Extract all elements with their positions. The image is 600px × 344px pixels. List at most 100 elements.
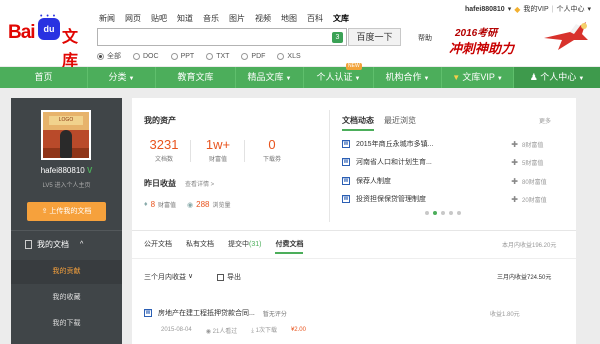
tab-label: 公开文档 bbox=[144, 241, 172, 248]
pager-dot[interactable] bbox=[425, 211, 429, 215]
menu-home[interactable]: 首页 bbox=[0, 67, 88, 88]
doc-title[interactable]: 2015年商丘永城市多镇... bbox=[356, 139, 511, 149]
chevron-down-icon[interactable]: ▾ bbox=[588, 5, 592, 13]
sidebar-username[interactable]: hafei880810 bbox=[41, 166, 85, 175]
radio-icon[interactable] bbox=[133, 52, 140, 60]
upload-label: 上传我的文档 bbox=[49, 208, 92, 215]
view-details-link[interactable]: 查看详情 > bbox=[185, 179, 214, 188]
chevron-up-icon: ^ bbox=[80, 241, 84, 248]
chevron-down-icon[interactable]: ▾ bbox=[508, 5, 512, 13]
menu-certification[interactable]: NEW 个人认证 ▼ bbox=[304, 63, 374, 88]
menu-cooperation[interactable]: 机构合作 ▼ bbox=[374, 67, 442, 88]
stat-tickets[interactable]: 0 下载券 bbox=[254, 137, 290, 163]
username-link[interactable]: hafei880810 bbox=[465, 6, 505, 13]
viewers: ◉ 21人看过 bbox=[206, 326, 238, 335]
radio-icon[interactable] bbox=[206, 52, 214, 60]
stat-docs[interactable]: 3231 文档数 bbox=[146, 137, 182, 163]
nav-map[interactable]: 地图 bbox=[281, 13, 297, 25]
filter-xls[interactable]: XLS bbox=[277, 51, 301, 61]
filter-all[interactable]: 全部 bbox=[97, 51, 121, 61]
tab-count: (31) bbox=[249, 241, 262, 248]
list-item[interactable]: W 保荐人制度 ✚ 80财富值 bbox=[342, 174, 566, 188]
tab-recent-views[interactable]: 最近浏览 bbox=[384, 115, 416, 131]
radio-icon[interactable] bbox=[170, 52, 178, 60]
radio-icon[interactable] bbox=[241, 52, 249, 60]
nav-baike[interactable]: 百科 bbox=[307, 13, 323, 25]
nav-news[interactable]: 新闻 bbox=[99, 13, 115, 25]
nav-video[interactable]: 视频 bbox=[255, 13, 271, 25]
paid-doc-meta: 2015-08-04 ◉ 21人看过 ⤓ 1次下载 ¥2.00 bbox=[161, 325, 306, 335]
filter-ppt[interactable]: PPT bbox=[170, 51, 194, 61]
tab-paid-docs[interactable]: 付费文档 bbox=[275, 239, 304, 254]
personal-center-link[interactable]: 个人中心 bbox=[557, 4, 585, 14]
list-item[interactable]: W 2015年商丘永城市多镇... ✚ 8财富值 bbox=[342, 137, 566, 151]
my-documents-toggle[interactable]: 我的文档 ^ bbox=[25, 239, 83, 250]
period-select[interactable]: 三个月内收益 ∨ bbox=[144, 272, 193, 282]
my-vip-link[interactable]: 我的VIP bbox=[523, 4, 548, 14]
caret-down-icon: ▼ bbox=[496, 76, 503, 82]
export-button[interactable]: 导出 bbox=[217, 272, 241, 282]
tab-public-docs[interactable]: 公开文档 bbox=[144, 239, 172, 254]
list-item[interactable]: W 投资担保保贷管理制度 ✚ 20财富值 bbox=[342, 192, 566, 206]
main-panel: 我的资产 3231 文档数 1w+ 财富值 0 下载券 昨日收益 查看详情 > … bbox=[132, 98, 576, 344]
list-item[interactable]: W 河南省人口和计划生育... ✚ 5财富值 bbox=[342, 155, 566, 169]
nav-web[interactable]: 网页 bbox=[125, 13, 141, 25]
tab-doc-dynamics[interactable]: 文档动态 bbox=[342, 115, 374, 131]
menu-label: 精品文库 bbox=[247, 72, 284, 82]
pager-dot[interactable] bbox=[433, 211, 437, 215]
menu-label: 教育文库 bbox=[177, 72, 214, 82]
home-page-link[interactable]: 进入个人主页 bbox=[54, 183, 90, 189]
menu-premium[interactable]: 精品文库 ▼ bbox=[236, 67, 304, 88]
doc-title[interactable]: 保荐人制度 bbox=[356, 176, 511, 186]
plus-icon: ✚ bbox=[511, 176, 518, 186]
nav-zhidao[interactable]: 知道 bbox=[177, 13, 193, 25]
menu-wenku-vip[interactable]: ▼ 文库VIP ▼ bbox=[442, 67, 514, 88]
separator: | bbox=[551, 5, 554, 13]
sidebar-item-favorites[interactable]: 我的收藏 bbox=[11, 286, 122, 310]
stat-value: 1w+ bbox=[205, 137, 231, 152]
filter-doc[interactable]: DOC bbox=[133, 51, 159, 61]
more-link[interactable]: 更多 bbox=[539, 116, 551, 125]
search-input[interactable]: 3 bbox=[97, 28, 347, 46]
doc-title[interactable]: 河南省人口和计划生育... bbox=[356, 157, 511, 167]
tab-private-docs[interactable]: 私有文档 bbox=[186, 239, 214, 254]
sidebar-item-contributions[interactable]: 我的贡献 bbox=[11, 260, 122, 284]
filter-label: DOC bbox=[143, 52, 159, 60]
caret-down-icon: ▼ bbox=[128, 76, 135, 82]
menu-category[interactable]: 分类 ▼ bbox=[88, 67, 156, 88]
help-link[interactable]: 帮助 bbox=[418, 33, 432, 43]
menu-personal-center[interactable]: ♟ 个人中心 ▼ bbox=[514, 67, 600, 88]
sidebar-username-row: hafei880810 V bbox=[11, 166, 122, 175]
promo-banner[interactable]: 2016考研 冲刺神助力 bbox=[445, 14, 595, 60]
nav-music[interactable]: 音乐 bbox=[203, 13, 219, 25]
filter-label: TXT bbox=[216, 52, 230, 60]
doc-title[interactable]: 投资担保保贷管理制度 bbox=[356, 194, 511, 204]
vip-diamond-icon: ◆ bbox=[514, 4, 521, 14]
downloads: ⤓ 1次下载 bbox=[251, 325, 277, 335]
tab-submitting[interactable]: 提交中(31) bbox=[228, 239, 261, 254]
wealth-label: 财富值 bbox=[158, 203, 177, 209]
sidebar-item-downloads[interactable]: 我的下载 bbox=[11, 312, 122, 336]
radio-icon[interactable] bbox=[277, 52, 285, 60]
nav-images[interactable]: 图片 bbox=[229, 13, 245, 25]
radio-icon[interactable] bbox=[97, 52, 104, 60]
menu-label: 机构合作 bbox=[385, 72, 422, 82]
paid-doc-title[interactable]: 房地产在建工程抵押贷款合同... bbox=[158, 308, 255, 318]
menu-education[interactable]: 教育文库 bbox=[156, 67, 236, 88]
plus-icon: ✚ bbox=[511, 194, 518, 204]
avatar[interactable]: LOGO bbox=[41, 110, 91, 160]
doc-type-filter: 全部 DOC PPT TXT PDF XLS bbox=[97, 51, 301, 61]
logo-text-bai: Bai bbox=[8, 22, 36, 43]
nav-wenku[interactable]: 文库 bbox=[333, 13, 349, 25]
filter-txt[interactable]: TXT bbox=[206, 51, 229, 61]
nav-tieba[interactable]: 贴吧 bbox=[151, 13, 167, 25]
filter-pdf[interactable]: PDF bbox=[241, 51, 265, 61]
stat-wealth[interactable]: 1w+ 财富值 bbox=[200, 137, 236, 163]
pager-dot[interactable] bbox=[457, 211, 461, 215]
upload-button[interactable]: ⇪ 上传我的文档 bbox=[27, 202, 106, 221]
airplane-icon bbox=[544, 22, 588, 50]
pager-dot[interactable] bbox=[449, 211, 453, 215]
pager-dot[interactable] bbox=[441, 211, 445, 215]
baidu-wenku-logo[interactable]: Bai • • • du 文库 bbox=[8, 13, 92, 70]
search-button[interactable]: 百度一下 bbox=[348, 28, 401, 46]
